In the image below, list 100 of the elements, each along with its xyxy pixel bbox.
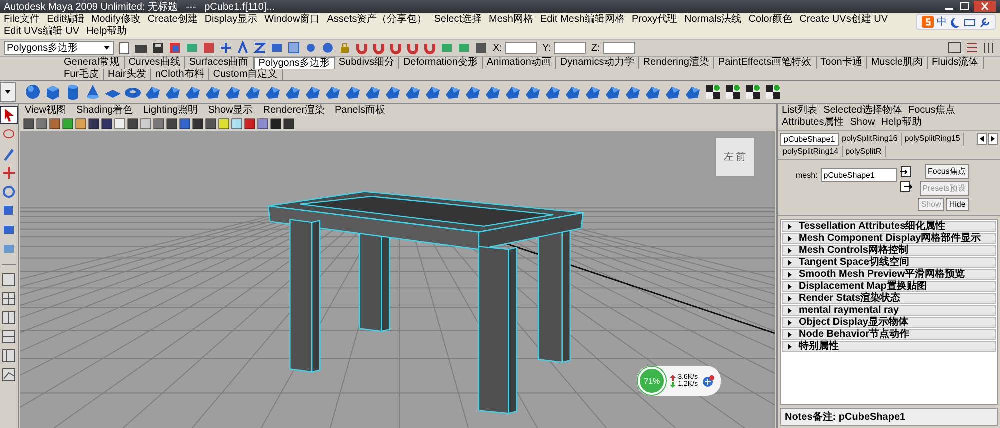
- menu-item[interactable]: File文件: [4, 14, 40, 26]
- plus-icon[interactable]: [219, 41, 233, 55]
- editor-button[interactable]: Hide: [946, 198, 969, 211]
- menu-item[interactable]: Modify修改: [91, 14, 141, 26]
- node-tab[interactable]: polySplitRing15: [902, 133, 964, 146]
- mesh-name-field[interactable]: pCubeShape1: [820, 168, 897, 182]
- panel-menu-item[interactable]: Show显示: [208, 103, 254, 117]
- checker-icon[interactable]: [724, 83, 742, 101]
- sphere-icon[interactable]: [24, 83, 42, 101]
- attribute-section-header[interactable]: Mesh Component Display网格部件显示: [782, 233, 996, 244]
- moon-icon[interactable]: [950, 16, 961, 28]
- coordinate-field[interactable]: [603, 42, 636, 54]
- move-icon[interactable]: [1, 165, 17, 181]
- tool-settings-icon[interactable]: [982, 41, 996, 55]
- shelf-menu-button[interactable]: [0, 82, 16, 102]
- checker-icon[interactable]: [704, 83, 722, 101]
- panel-menu-item[interactable]: Panels面板: [334, 103, 386, 117]
- node-tab[interactable]: polySplitRing14: [780, 146, 843, 157]
- shelf-tab[interactable]: Toon卡通: [816, 57, 868, 69]
- checker-icon[interactable]: [744, 83, 762, 101]
- attribute-section-header[interactable]: Node Behavior节点动作: [782, 329, 996, 340]
- menu-item[interactable]: Edit UVs编辑 UV: [4, 26, 80, 38]
- shelf-tab[interactable]: Fluids流体: [928, 57, 984, 69]
- view-cube[interactable]: 左 前: [715, 137, 755, 177]
- paint-brush-icon[interactable]: [1, 146, 17, 162]
- shelf-tab[interactable]: Dynamics动力学: [556, 57, 640, 69]
- scroll-right-icon[interactable]: [988, 133, 998, 145]
- cone-icon[interactable]: [84, 83, 102, 101]
- panel-menu-item[interactable]: Shading着色: [76, 103, 134, 117]
- two-pane-icon[interactable]: [1, 310, 17, 326]
- node-tab[interactable]: polySplitRing16: [839, 133, 902, 146]
- close-icon[interactable]: [974, 1, 996, 12]
- menu-item[interactable]: Mesh网格: [489, 14, 534, 26]
- ime-mode[interactable]: 中: [937, 15, 947, 29]
- attribute-section-header[interactable]: mental raymental ray: [782, 305, 996, 316]
- coordinate-field[interactable]: [554, 42, 586, 54]
- ime-logo-icon[interactable]: [922, 16, 934, 28]
- menu-item[interactable]: Edit Mesh编辑网格: [540, 14, 625, 26]
- attribute-section-header[interactable]: Object Display显示物体: [782, 317, 996, 328]
- menu-item[interactable]: Proxy代理: [632, 14, 678, 26]
- boost-icon[interactable]: [702, 374, 715, 388]
- shelf-tab[interactable]: PaintEffects画笔特效: [714, 57, 817, 69]
- dropdown-arrow-icon[interactable]: [103, 44, 111, 52]
- keyboard-icon[interactable]: [964, 16, 976, 28]
- menu-item[interactable]: Window窗口: [264, 14, 320, 26]
- menu-item[interactable]: Selected选择物体: [824, 105, 902, 117]
- menu-item[interactable]: Attributes属性: [782, 117, 844, 129]
- menu-item[interactable]: Create创建: [148, 14, 198, 26]
- four-pane-icon[interactable]: [1, 291, 17, 307]
- shelf-tab[interactable]: Subdivs细分: [334, 57, 400, 69]
- maximize-icon[interactable]: [958, 1, 972, 12]
- shelf-tab[interactable]: Muscle肌肉: [867, 57, 928, 69]
- shelf-tab[interactable]: General常规: [60, 57, 125, 69]
- magnet-icon[interactable]: [355, 41, 369, 55]
- menu-item[interactable]: Show: [850, 117, 876, 129]
- mode-dropdown[interactable]: Polygons多边形: [4, 41, 114, 55]
- menu-item[interactable]: Display显示: [204, 14, 258, 26]
- attribute-section-header[interactable]: 特别属性: [782, 341, 996, 352]
- panel-menu-item[interactable]: Renderer渲染: [263, 103, 325, 117]
- attribute-section-header[interactable]: Render Stats渲染状态: [782, 293, 996, 304]
- menu-item[interactable]: Assets资产（分享包）: [327, 14, 428, 26]
- shelf-tab[interactable]: Animation动画: [482, 57, 556, 69]
- menu-item[interactable]: Help帮助: [86, 26, 128, 38]
- menu-item[interactable]: Create UVs创建 UV: [800, 14, 888, 26]
- shelf-tab[interactable]: Deformation变形: [399, 57, 483, 69]
- coordinate-field[interactable]: [505, 42, 538, 54]
- attribute-editor-icon[interactable]: [965, 41, 979, 55]
- magnet-icon[interactable]: [372, 41, 386, 55]
- menu-item[interactable]: List列表: [782, 105, 818, 117]
- scroll-left-icon[interactable]: [977, 133, 987, 145]
- shelf-tab[interactable]: Polygons多边形: [254, 57, 335, 69]
- node-tab[interactable]: polySplitR: [842, 146, 886, 157]
- wrench-icon[interactable]: [979, 16, 990, 28]
- lock-icon[interactable]: [338, 41, 352, 55]
- menu-item[interactable]: Edit编辑: [47, 14, 84, 26]
- menu-item[interactable]: Normals法线: [684, 14, 742, 26]
- checker-icon[interactable]: [764, 83, 782, 101]
- menu-item[interactable]: Select选择: [434, 14, 482, 26]
- attribute-section-header[interactable]: Mesh Controls网格控制: [782, 245, 996, 256]
- outliner-pane-icon[interactable]: [1, 348, 17, 364]
- magnet-icon[interactable]: [423, 41, 437, 55]
- attribute-section-header[interactable]: Displacement Map置换贴图: [782, 281, 996, 292]
- single-pane-icon[interactable]: [1, 272, 17, 288]
- shelf-tab[interactable]: Rendering渲染: [639, 57, 714, 69]
- magnet-icon[interactable]: [406, 41, 420, 55]
- menu-item[interactable]: Color颜色: [748, 14, 793, 26]
- input-connection-icon[interactable]: [900, 166, 912, 178]
- new-file-icon[interactable]: [117, 41, 131, 55]
- graph-pane-icon[interactable]: [1, 367, 17, 383]
- menu-item[interactable]: Focus焦点: [908, 105, 956, 117]
- node-tab[interactable]: pCubeShape1: [780, 133, 840, 146]
- magnet-icon[interactable]: [389, 41, 403, 55]
- attribute-section-header[interactable]: Tangent Space切线空间: [782, 257, 996, 268]
- editor-button[interactable]: Focus焦点: [925, 164, 969, 179]
- curve-icon[interactable]: [253, 41, 267, 55]
- output-connection-icon[interactable]: [900, 181, 912, 193]
- shelf-tab[interactable]: Curves曲线: [124, 57, 186, 69]
- save-icon[interactable]: [151, 41, 165, 55]
- panel-menu-item[interactable]: Lighting照明: [143, 103, 198, 117]
- two-pane-icon[interactable]: [1, 329, 17, 345]
